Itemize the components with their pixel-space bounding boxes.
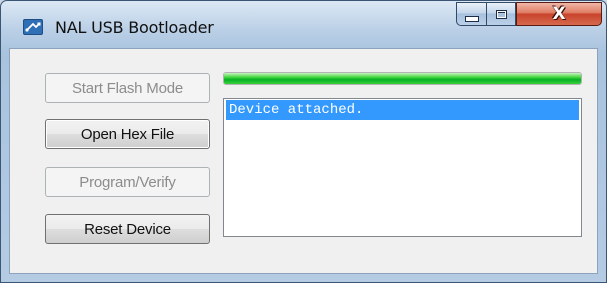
title-bar[interactable]: NAL USB Bootloader X xyxy=(1,1,606,47)
status-log-list[interactable]: Device attached. xyxy=(223,98,582,237)
close-button[interactable]: X xyxy=(516,2,602,26)
minimize-button[interactable] xyxy=(456,2,486,26)
maximize-button[interactable] xyxy=(486,2,516,26)
progress-fill xyxy=(224,73,581,84)
open-hex-file-button[interactable]: Open Hex File xyxy=(45,119,210,149)
reset-device-button[interactable]: Reset Device xyxy=(45,214,210,244)
client-area: Start Flash Mode Open Hex File Program/V… xyxy=(9,48,598,274)
minimize-icon xyxy=(464,16,479,22)
bootloader-window: NAL USB Bootloader X Start Flash Mode Op… xyxy=(0,0,607,283)
progress-bar xyxy=(223,72,582,85)
usb-app-icon xyxy=(23,19,43,35)
program-verify-button[interactable]: Program/Verify xyxy=(45,167,210,197)
start-flash-mode-button[interactable]: Start Flash Mode xyxy=(45,73,210,103)
list-item[interactable]: Device attached. xyxy=(226,100,579,120)
window-title: NAL USB Bootloader xyxy=(55,18,214,37)
maximize-icon xyxy=(495,9,507,19)
caption-buttons: X xyxy=(456,2,602,27)
close-icon: X xyxy=(552,3,566,24)
